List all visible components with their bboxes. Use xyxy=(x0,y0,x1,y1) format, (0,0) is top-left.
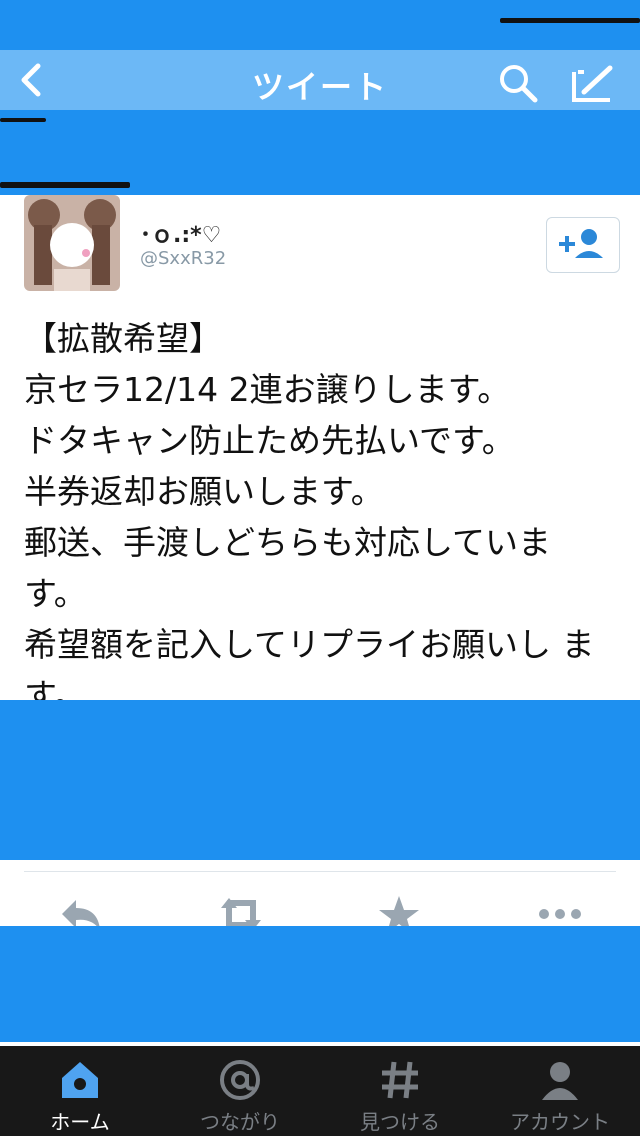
compose-icon[interactable] xyxy=(570,60,616,106)
tab-account[interactable]: アカウント xyxy=(480,1046,640,1136)
tab-discover[interactable]: 見つける xyxy=(320,1046,480,1136)
tab-label: アカウント xyxy=(510,1110,610,1134)
tweet-text: 【拡散希望】 京セラ12/14 2連お譲りします。 ドタキャン防止ため先払いです… xyxy=(24,313,614,721)
add-user-icon xyxy=(559,229,603,258)
header-redaction: ツイート xyxy=(0,0,640,195)
scribble-stroke xyxy=(0,182,130,188)
user-name[interactable]: ･ｏ.:*♡ xyxy=(140,217,221,249)
tab-home[interactable]: ホーム xyxy=(0,1046,160,1136)
nav-bar: ツイート xyxy=(0,50,640,110)
tweet-card: ･ｏ.:*♡ @SxxR32 【拡散希望】 京セラ12/14 2連お譲りします。… xyxy=(0,195,640,715)
tab-label: 見つける xyxy=(360,1110,440,1134)
page-title: ツイート xyxy=(251,68,388,106)
tweet-line: 【拡散希望】 xyxy=(24,319,222,358)
scribble-stroke xyxy=(500,18,640,23)
divider xyxy=(24,871,616,872)
user-handle[interactable]: @SxxR32 xyxy=(140,248,226,269)
scribble-stroke xyxy=(0,118,46,122)
tab-bar: ホーム つながり 見つける アカウント xyxy=(0,1046,640,1136)
tweet-line: ドタキャン防止ため先払いです。 xyxy=(24,421,515,460)
tweet-line: 半券返却お願いします。 xyxy=(24,472,384,511)
hashtag-icon xyxy=(378,1058,422,1102)
search-icon[interactable] xyxy=(497,62,539,104)
tweet-line: 京セラ12/14 2連お譲りします。 xyxy=(24,370,511,409)
follow-button[interactable] xyxy=(546,217,620,273)
avatar[interactable] xyxy=(24,195,120,291)
redaction-band xyxy=(0,700,640,860)
account-icon xyxy=(538,1058,582,1102)
tab-label: ホーム xyxy=(50,1110,110,1134)
home-icon xyxy=(58,1058,102,1102)
tab-label: つながり xyxy=(200,1110,280,1134)
at-icon xyxy=(218,1058,262,1102)
tweet-line: 郵送、手渡しどちらも対応していま す。 xyxy=(24,523,552,613)
tab-connect[interactable]: つながり xyxy=(160,1046,320,1136)
redaction-band xyxy=(0,926,640,1042)
